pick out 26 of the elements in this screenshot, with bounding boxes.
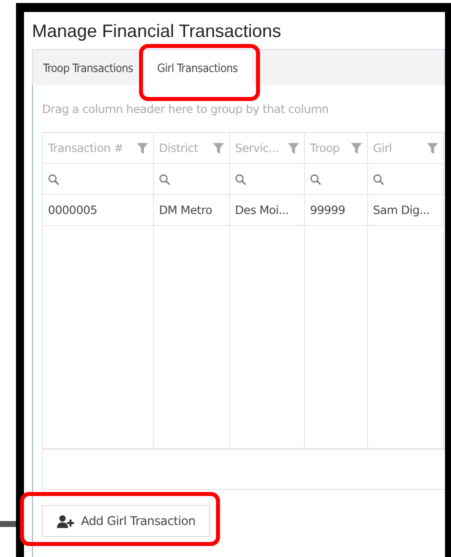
table-cell: Des Moi... xyxy=(230,195,305,225)
table-cell: 0000005 xyxy=(43,195,154,225)
column-header[interactable]: Troop xyxy=(305,133,368,163)
search-icon xyxy=(235,174,246,184)
column-header[interactable]: District xyxy=(154,133,230,163)
search-icon xyxy=(310,174,321,184)
filter-icon[interactable] xyxy=(213,142,224,154)
column-header[interactable]: Girl xyxy=(368,133,444,163)
table-cell: DM Metro xyxy=(154,195,230,225)
tab[interactable]: Troop Transactions xyxy=(33,50,144,85)
add-person-icon xyxy=(57,514,75,528)
filter-icon[interactable] xyxy=(351,142,362,154)
table-cell: Sam Dig... xyxy=(368,195,444,225)
filter-icon[interactable] xyxy=(288,142,299,154)
group-hint: Drag a column header here to group by that column xyxy=(42,101,330,118)
page-title: Manage Financial Transactions xyxy=(32,20,282,43)
filter-icon[interactable] xyxy=(427,142,438,154)
column-header[interactable]: Servic... xyxy=(230,133,305,163)
search-icon xyxy=(373,174,384,184)
search-icon xyxy=(159,174,170,184)
filter-icon[interactable] xyxy=(137,142,148,154)
table-cell: 99999 xyxy=(305,195,368,225)
add-girl-transaction-button[interactable]: Add Girl Transaction xyxy=(42,505,210,537)
column-header[interactable]: Transaction # xyxy=(43,133,154,163)
tab[interactable]: Girl Transactions xyxy=(143,50,252,85)
search-icon xyxy=(48,174,59,184)
